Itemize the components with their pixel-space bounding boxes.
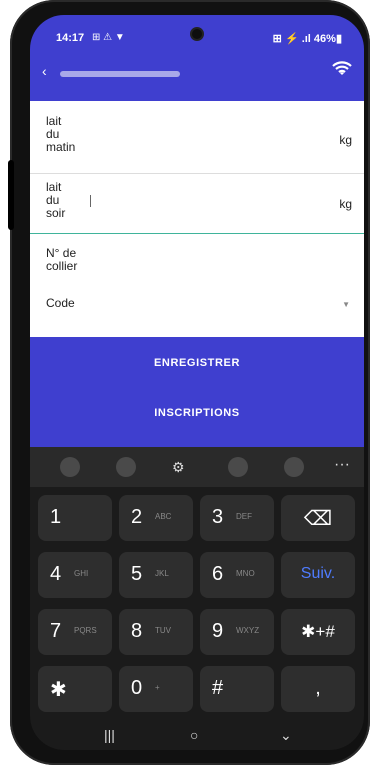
backspace-icon: ⌫ <box>303 508 333 530</box>
keyboard-toolbar: ⚙ ··· <box>30 447 364 487</box>
lait-soir-unit: kg <box>339 197 352 211</box>
divider <box>30 173 364 174</box>
status-time: 14:17 <box>56 32 85 44</box>
status-notification-icons: ⊞ ⚠ ▼ <box>92 32 125 43</box>
wifi-icon <box>332 61 352 75</box>
toolbar-item-icon[interactable] <box>228 457 248 477</box>
comma-key[interactable]: , <box>281 666 355 712</box>
lait-matin-field[interactable]: lait du matin kg <box>30 111 364 169</box>
inscriptions-button[interactable]: INSCRIPTIONS <box>30 407 364 419</box>
system-nav-bar: ||| ○ ⌄ <box>30 723 364 750</box>
lait-soir-field[interactable]: lait du soir kg <box>30 177 364 235</box>
next-key[interactable]: Suiv. <box>281 552 355 598</box>
app-title-placeholder <box>60 71 180 77</box>
home-icon[interactable]: ○ <box>190 727 198 743</box>
key-0[interactable]: 0 + <box>119 666 193 712</box>
backspace-key[interactable]: ⌫ <box>281 495 355 541</box>
key-6[interactable]: 6 MNO <box>200 552 274 598</box>
screen: 14:17 ⊞ ⚠ ▼ ⊞ ⚡ .ıl 46%▮ ‹ lait du matin… <box>30 15 364 750</box>
status-bar: 14:17 ⊞ ⚠ ▼ ⊞ ⚡ .ıl 46%▮ <box>30 15 364 55</box>
action-panel: ENREGISTRER INSCRIPTIONS <box>30 337 364 447</box>
asterisk-key[interactable]: ✱ <box>38 666 112 712</box>
status-right-icons: ⊞ ⚡ .ıl 46%▮ <box>272 33 342 45</box>
hash-key[interactable]: # <box>200 666 274 712</box>
key-3[interactable]: 3 DEF <box>200 495 274 541</box>
gear-icon[interactable]: ⚙ <box>172 459 185 476</box>
key-7[interactable]: 7 PQRS <box>38 609 112 655</box>
key-5[interactable]: 5 JKL <box>119 552 193 598</box>
toolbar-item-icon[interactable] <box>60 457 80 477</box>
key-8[interactable]: 8 TUV <box>119 609 193 655</box>
text-caret <box>90 195 91 207</box>
enregistrer-button[interactable]: ENREGISTRER <box>30 357 364 369</box>
toolbar-item-icon[interactable] <box>284 457 304 477</box>
collier-label: N° de collier <box>46 246 78 273</box>
key-4[interactable]: 4 GHI <box>38 552 112 598</box>
symbols-key[interactable]: ✱+# <box>281 609 355 655</box>
active-divider <box>30 233 364 234</box>
app-bar: 14:17 ⊞ ⚠ ▼ ⊞ ⚡ .ıl 46%▮ ‹ <box>30 15 364 101</box>
key-2[interactable]: 2 ABC <box>119 495 193 541</box>
back-icon[interactable]: ⌄ <box>280 727 292 744</box>
numeric-keyboard: ⚙ ··· 1 2 ABC 3 DEF ⌫ 4 GHI 5 JKL 6 MNO Suiv.… <box>30 447 364 750</box>
recents-icon[interactable]: ||| <box>104 727 115 743</box>
form: lait du matin kg lait du soir kg N° de c… <box>30 101 364 337</box>
toolbar-item-icon[interactable] <box>116 457 136 477</box>
lait-matin-unit: kg <box>339 133 352 147</box>
lait-soir-label: lait du soir <box>46 180 66 220</box>
chevron-down-icon: ▼ <box>342 300 350 309</box>
collier-field[interactable]: N° de collier <box>30 243 364 283</box>
more-icon[interactable]: ··· <box>334 456 350 474</box>
key-9[interactable]: 9 WXYZ <box>200 609 274 655</box>
phone-side-button <box>8 160 14 230</box>
code-placeholder: Code <box>46 296 75 310</box>
front-camera <box>190 27 204 41</box>
code-select[interactable]: Code ▼ <box>30 291 364 321</box>
back-arrow-icon[interactable]: ‹ <box>42 63 47 79</box>
key-1[interactable]: 1 <box>38 495 112 541</box>
lait-matin-label: lait du matin <box>46 114 76 154</box>
